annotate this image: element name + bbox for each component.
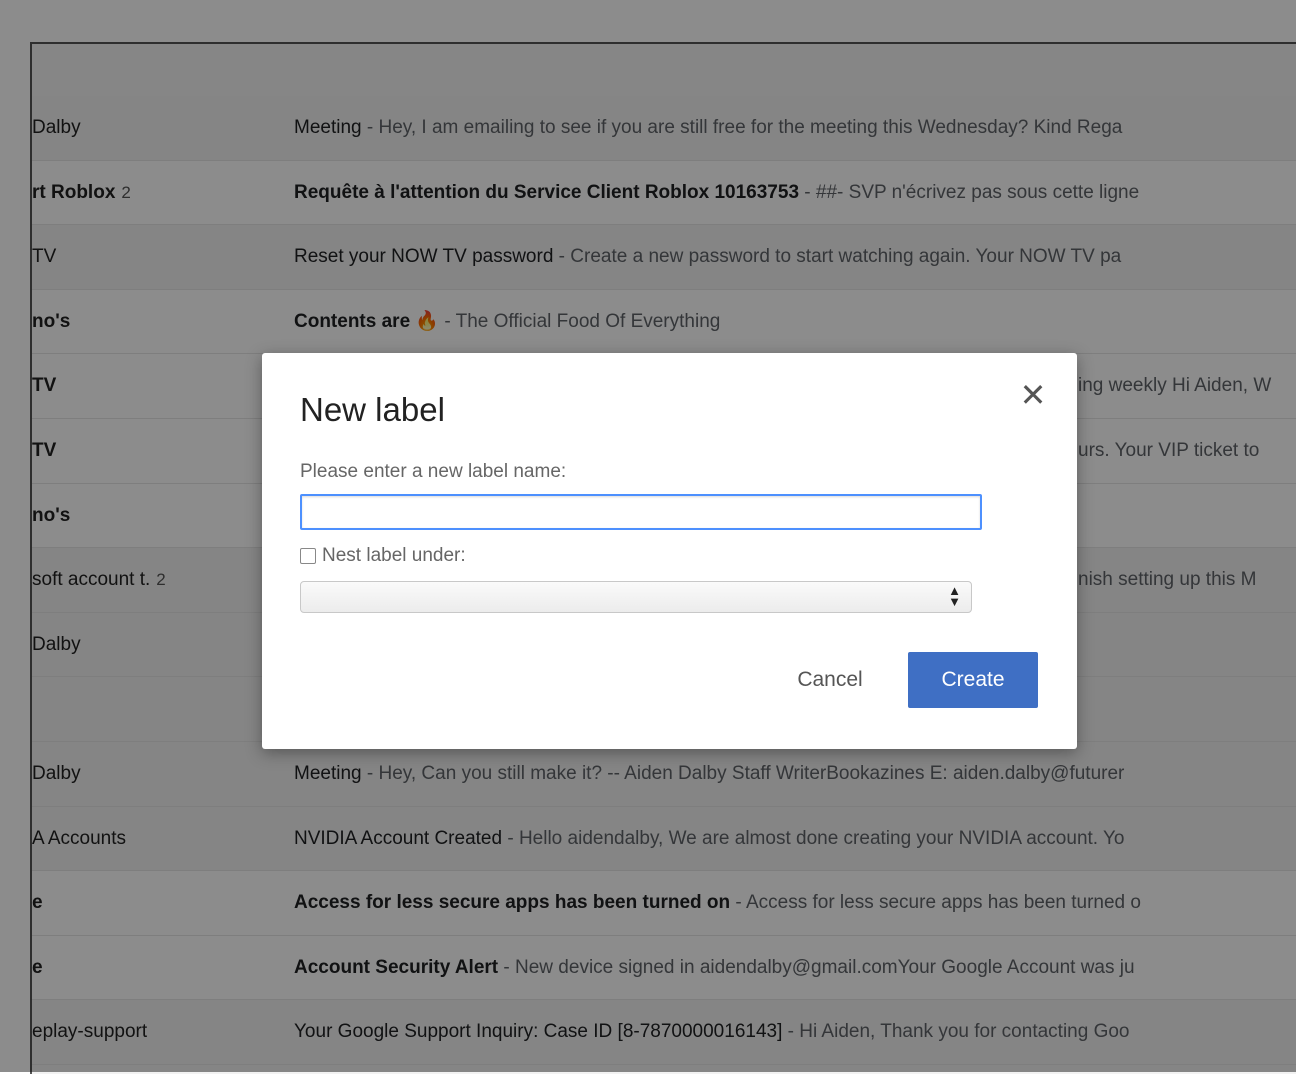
- close-icon[interactable]: ✕: [1013, 375, 1053, 415]
- label-name-input[interactable]: [300, 494, 982, 530]
- new-label-dialog: New label ✕ Please enter a new label nam…: [262, 353, 1077, 749]
- cancel-button[interactable]: Cancel: [778, 653, 882, 707]
- nest-label-text: Nest label under:: [322, 545, 466, 566]
- create-button[interactable]: Create: [908, 652, 1038, 708]
- select-arrows-icon: ▲ ▼: [948, 583, 961, 609]
- nest-parent-select[interactable]: ▲ ▼: [300, 581, 972, 613]
- nest-label-checkbox[interactable]: [300, 548, 316, 564]
- label-name-prompt: Please enter a new label name:: [300, 461, 567, 482]
- nest-label-row: Nest label under:: [300, 545, 466, 567]
- dialog-title: New label: [300, 391, 445, 428]
